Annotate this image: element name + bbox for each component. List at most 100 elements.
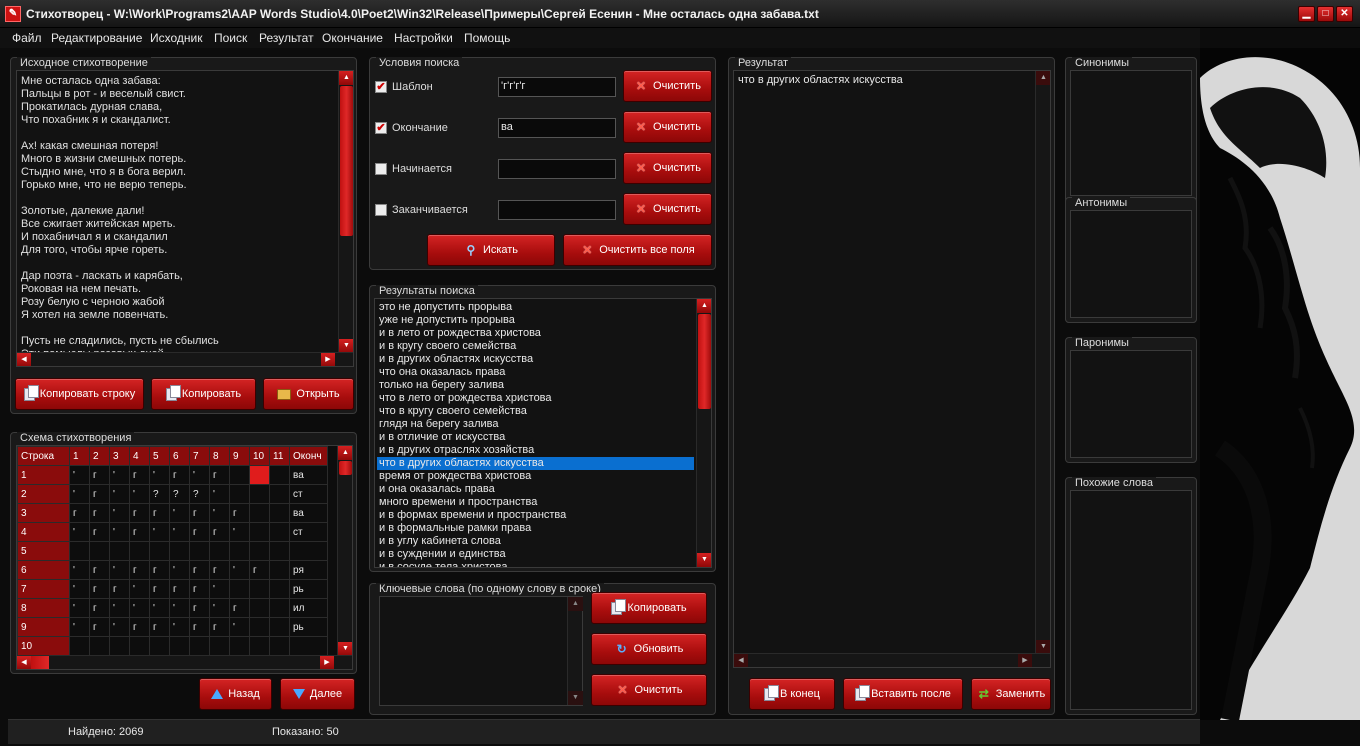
scroll-down-arrow-icon[interactable]: ▼ (339, 339, 353, 353)
scroll-up-arrow-icon[interactable]: ▲ (338, 446, 352, 460)
search-result-item[interactable]: и в отличие от искусства (377, 431, 694, 444)
scheme-header-cell[interactable]: 8 (209, 446, 230, 466)
scheme-cell[interactable]: ' (169, 560, 190, 580)
scheme-header-cell[interactable]: 2 (89, 446, 110, 466)
scheme-cell[interactable]: г (229, 503, 250, 523)
scheme-cell[interactable] (169, 636, 190, 656)
scheme-cell[interactable] (109, 541, 130, 561)
scheme-cell[interactable]: г (129, 617, 150, 637)
scheme-cell[interactable]: г (129, 465, 150, 485)
scheme-cell[interactable]: ' (69, 579, 90, 599)
search-result-item[interactable]: и в кругу своего семейства (377, 340, 694, 353)
scheme-cell[interactable]: ' (69, 560, 90, 580)
scheme-vertical-scrollbar[interactable]: ▲ ▼ (337, 446, 352, 656)
scheme-cell[interactable]: ва (289, 503, 328, 523)
ending-checkbox[interactable]: ✔ (375, 122, 387, 134)
scheme-cell[interactable] (269, 522, 290, 542)
template-clear-button[interactable]: ✕ Очистить (623, 70, 712, 102)
append-to-end-button[interactable]: В конец (749, 678, 835, 710)
scheme-cell[interactable] (209, 541, 230, 561)
results-vertical-scrollbar[interactable]: ▲ ▼ (696, 299, 711, 567)
clear-all-button[interactable]: ✕ Очистить все поля (563, 234, 712, 266)
scroll-down-arrow-icon[interactable]: ▼ (697, 553, 711, 567)
menu-ending[interactable]: Окончание (322, 31, 383, 45)
copy-line-button[interactable]: Копировать строку (15, 378, 144, 410)
scroll-down-arrow-icon[interactable]: ▼ (1036, 640, 1050, 654)
search-result-item[interactable]: и в других отраслях хозяйства (377, 444, 694, 457)
search-result-item[interactable]: уже не допустить прорыва (377, 314, 694, 327)
scheme-header-cell[interactable]: 6 (169, 446, 190, 466)
scheme-cell[interactable] (109, 636, 130, 656)
result-textarea[interactable]: что в других областях искусства ▲ ▼ ◀ ▶ (733, 70, 1051, 668)
scheme-cell[interactable] (229, 541, 250, 561)
scheme-header-cell[interactable]: 10 (249, 446, 270, 466)
search-result-item[interactable]: только на берегу залива (377, 379, 694, 392)
result-vertical-scrollbar[interactable]: ▲ ▼ (1035, 71, 1050, 654)
search-result-item[interactable]: много времени и пространства (377, 496, 694, 509)
similar-words-list[interactable] (1070, 490, 1192, 710)
scheme-cell[interactable]: г (129, 522, 150, 542)
scheme-row-number[interactable]: 4 (17, 522, 70, 542)
scheme-header-cell[interactable]: 1 (69, 446, 90, 466)
menu-settings[interactable]: Настройки (394, 31, 453, 45)
scheme-cell[interactable]: г (89, 598, 110, 618)
scheme-header-cell[interactable]: Оконч (289, 446, 328, 466)
scheme-cell[interactable]: ' (149, 465, 170, 485)
source-poem-textarea[interactable]: Мне осталась одна забава: Пальцы в рот - … (16, 70, 354, 367)
scheme-cell[interactable]: ' (109, 560, 130, 580)
scheme-cell[interactable]: г (169, 465, 190, 485)
scheme-row[interactable]: 7 ' г г ' г г г ' рь (17, 579, 328, 599)
scheme-cell[interactable] (209, 636, 230, 656)
scroll-thumb[interactable] (31, 656, 49, 669)
scheme-cell[interactable] (229, 579, 250, 599)
scroll-down-arrow-icon[interactable]: ▼ (568, 691, 583, 705)
scheme-row[interactable]: 2 ' г ' '??? ' ст (17, 484, 328, 504)
scheme-cell[interactable] (129, 636, 150, 656)
paronyms-list[interactable] (1070, 350, 1192, 458)
ending-input[interactable]: ва (498, 118, 616, 138)
keywords-refresh-button[interactable]: ↻ Обновить (591, 633, 707, 665)
starts-with-clear-button[interactable]: ✕ Очистить (623, 152, 712, 184)
scheme-cell[interactable]: г (149, 503, 170, 523)
scheme-horizontal-scrollbar[interactable]: ◀ ▶ (17, 655, 352, 669)
scheme-cell[interactable]: ? (149, 484, 170, 504)
scheme-cell[interactable]: ' (129, 579, 150, 599)
minimize-button[interactable]: ▁ (1298, 6, 1315, 22)
scheme-row[interactable]: 8 ' г ' ' ' ' г ' г ил (17, 598, 328, 618)
scheme-cell[interactable] (129, 541, 150, 561)
scheme-cell[interactable]: ' (169, 598, 190, 618)
scheme-cell[interactable]: г (69, 503, 90, 523)
scheme-cell[interactable] (249, 579, 270, 599)
scheme-cell[interactable]: г (249, 560, 270, 580)
scheme-row[interactable]: 10 (17, 636, 328, 656)
scheme-cell[interactable]: ' (69, 484, 90, 504)
scheme-cell[interactable]: ' (169, 617, 190, 637)
replace-button[interactable]: ⇄ Заменить (971, 678, 1051, 710)
source-horizontal-scrollbar[interactable]: ◀ ▶ (17, 352, 353, 366)
scroll-left-arrow-icon[interactable]: ◀ (17, 656, 31, 669)
scheme-cell[interactable] (269, 503, 290, 523)
open-button[interactable]: Открыть (263, 378, 354, 410)
scheme-row-number[interactable]: 1 (17, 465, 70, 485)
scheme-cell[interactable]: г (189, 522, 210, 542)
search-result-item[interactable]: и в углу кабинета слова (377, 535, 694, 548)
menu-help[interactable]: Помощь (464, 31, 510, 45)
scheme-cell[interactable]: ' (209, 503, 230, 523)
scheme-cell[interactable]: г (169, 579, 190, 599)
search-button[interactable]: ⚲ Искать (427, 234, 555, 266)
back-button[interactable]: Назад (199, 678, 272, 710)
search-result-item[interactable]: что в лето от рождества христова (377, 392, 694, 405)
scheme-cell[interactable]: ' (109, 465, 130, 485)
template-input[interactable]: 'г'г'г'г (498, 77, 616, 97)
menu-result[interactable]: Результат (259, 31, 314, 45)
ends-with-checkbox[interactable] (375, 204, 387, 216)
scheme-cell[interactable]: ' (229, 522, 250, 542)
scheme-row[interactable]: 3 г г ' г г ' г ' г ва (17, 503, 328, 523)
menu-file[interactable]: Файл (12, 31, 42, 45)
menu-source[interactable]: Исходник (150, 31, 202, 45)
scheme-cell[interactable]: г (89, 522, 110, 542)
scheme-cell[interactable]: ' (189, 465, 210, 485)
scheme-cell[interactable]: ' (209, 579, 230, 599)
scheme-row[interactable]: 6 ' г ' г г ' г г ' г ря (17, 560, 328, 580)
scheme-cell[interactable]: ст (289, 522, 328, 542)
